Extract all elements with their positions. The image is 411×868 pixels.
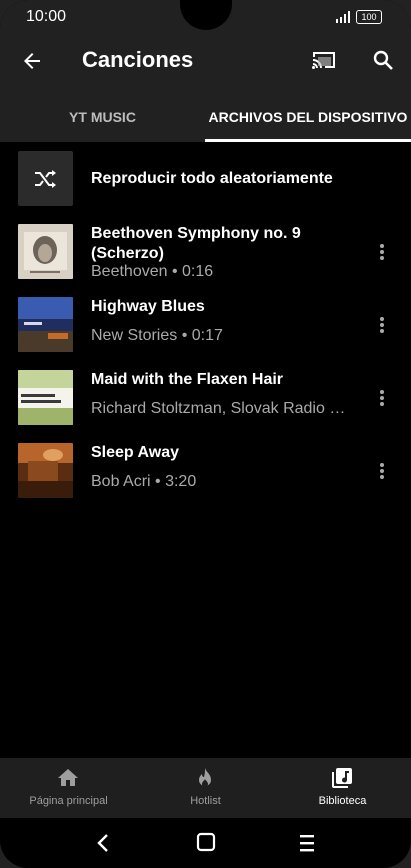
app-bar: Canciones — [0, 36, 411, 86]
shuffle-tile — [18, 151, 73, 206]
song-subtitle: Beethoven • 0:16 — [91, 263, 214, 280]
tab-bar: YT MUSIC ARCHIVOS DEL DISPOSITIVO — [0, 92, 411, 142]
nav-home[interactable]: Página principal — [0, 758, 137, 818]
album-art-highway-blues — [18, 297, 73, 352]
song-title: Highway Blues — [91, 298, 205, 315]
search-icon[interactable] — [371, 48, 395, 72]
shuffle-label: Reproducir todo aleatoriamente — [91, 170, 333, 187]
bottom-navigation: Página principal Hotlist Biblioteca — [0, 758, 411, 818]
tab-device-files[interactable]: ARCHIVOS DEL DISPOSITIVO — [205, 92, 411, 142]
song-title: Maid with the Flaxen Hair — [91, 371, 284, 388]
battery-icon: 100 — [356, 10, 382, 24]
song-subtitle: New Stories • 0:17 — [91, 327, 223, 344]
album-art-richard-stoltzman — [18, 370, 73, 425]
more-options-icon[interactable] — [374, 461, 390, 481]
cast-icon[interactable] — [310, 48, 338, 72]
tab-indicator — [205, 139, 411, 142]
signal-icon — [336, 11, 350, 23]
more-options-icon[interactable] — [374, 315, 390, 335]
song-row[interactable]: Sleep Away Bob Acri • 3:20 — [0, 443, 411, 499]
shuffle-all-row[interactable]: Reproducir todo aleatoriamente — [0, 150, 411, 208]
status-bar: 10:00 100 — [0, 0, 411, 36]
song-subtitle: Bob Acri • 3:20 — [91, 473, 197, 490]
library-icon — [332, 768, 352, 788]
album-art-sleep-away — [18, 443, 73, 498]
song-subtitle: Richard Stoltzman, Slovak Radio Sy… — [91, 400, 355, 417]
nav-hotlist-label: Hotlist — [190, 795, 221, 807]
back-arrow-icon[interactable] — [20, 49, 44, 73]
system-navigation-bar — [0, 818, 411, 868]
page-title: Canciones — [82, 47, 194, 72]
song-title: Beethoven Symphony no. 9 (Scherzo) — [91, 225, 301, 262]
system-home-icon[interactable] — [196, 832, 216, 852]
album-art-beethoven — [18, 224, 73, 279]
song-title: Sleep Away — [91, 444, 180, 461]
song-row[interactable]: Beethoven Symphony no. 9 (Scherzo) Beeth… — [0, 224, 411, 280]
song-row[interactable]: Maid with the Flaxen Hair Richard Stoltz… — [0, 370, 411, 426]
nav-library-label: Biblioteca — [318, 795, 367, 807]
phone-screen: 10:00 100 Canciones YT MUSIC ARCHIVOS DE… — [0, 0, 411, 868]
nav-library[interactable]: Biblioteca — [274, 758, 411, 818]
nav-home-label: Página principal — [29, 795, 108, 807]
shuffle-icon — [34, 169, 56, 188]
home-icon — [58, 769, 78, 786]
more-options-icon[interactable] — [374, 388, 390, 408]
nav-hotlist[interactable]: Hotlist — [137, 758, 274, 818]
top-area: 10:00 100 Canciones YT MUSIC ARCHIVOS DE… — [0, 0, 411, 142]
flame-icon — [199, 768, 211, 787]
tab-yt-music[interactable]: YT MUSIC — [0, 92, 205, 142]
system-recents-icon[interactable] — [298, 833, 316, 853]
camera-notch — [180, 0, 232, 30]
more-options-icon[interactable] — [374, 242, 390, 262]
status-time: 10:00 — [26, 8, 67, 25]
system-back-icon[interactable] — [96, 833, 110, 853]
song-row[interactable]: Highway Blues New Stories • 0:17 — [0, 297, 411, 353]
